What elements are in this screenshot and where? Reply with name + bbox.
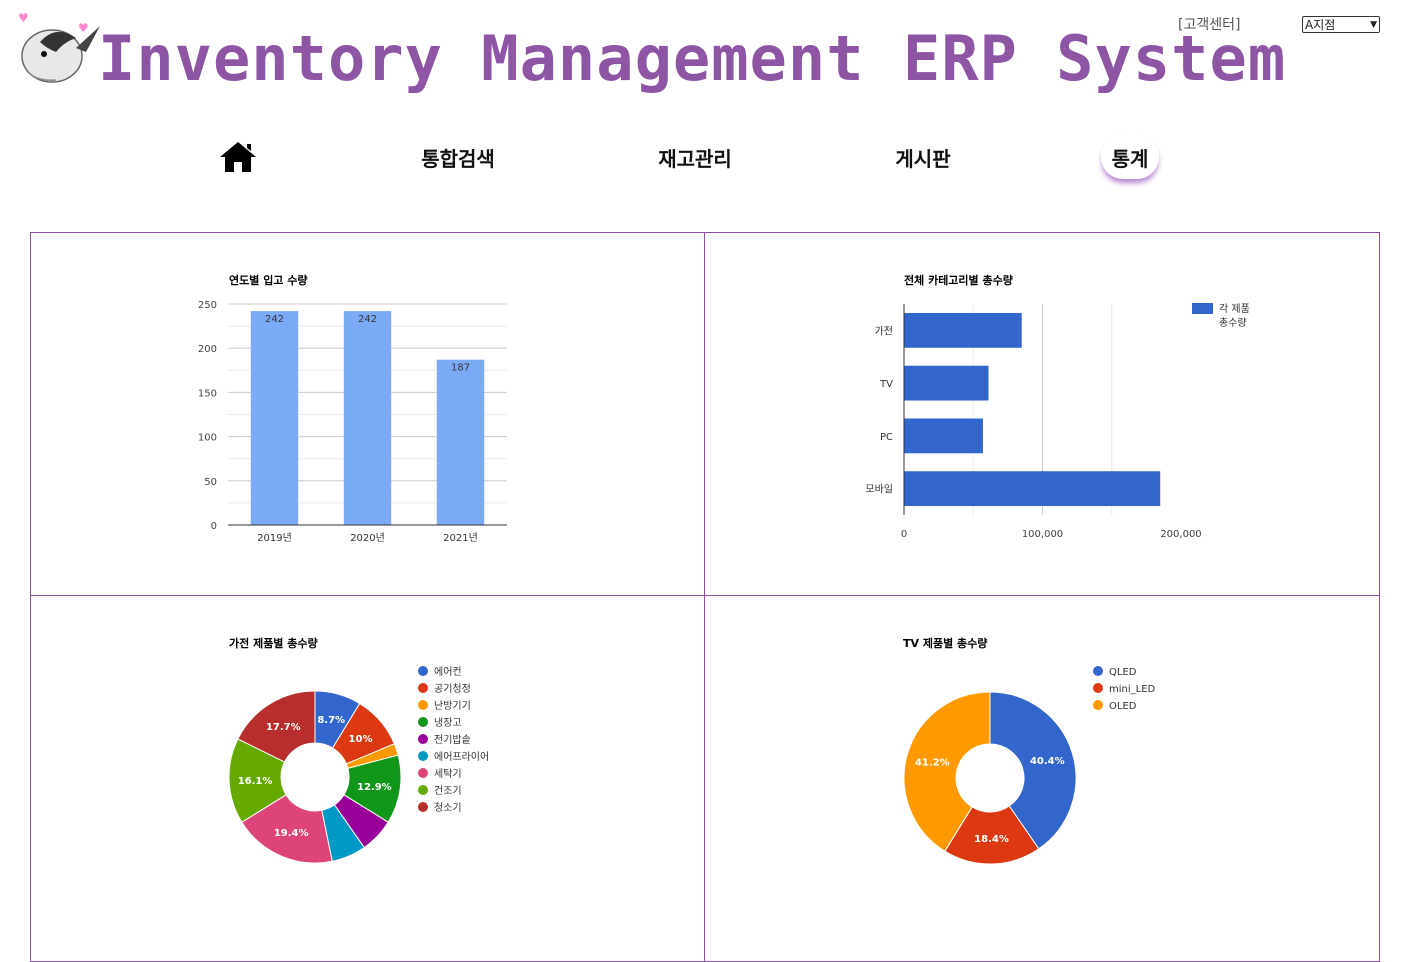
y-tick-label: 모바일 [865,484,893,496]
slice-label: 18.4% [974,834,1009,845]
slice-label: 8.7% [317,715,345,726]
y-tick-label: 50 [204,477,217,488]
x-tick-label: 2021년 [443,532,478,544]
y-tick-label: 가전 [875,325,893,337]
nav-board[interactable]: 게시판 [884,132,962,182]
category-total-chart: 전체 카테고리별 총수량 0 100,000 200,000 가전 TV PC 모바일 각 제품… [865,273,1250,540]
legend-swatch [1093,666,1103,676]
legend-label: 세탁기 [434,768,462,780]
data-label: 242 [358,314,377,325]
legend-swatch [418,785,428,795]
y-tick-label: 0 [211,521,217,532]
chart-title: 전체 카테고리별 총수량 [904,273,1013,287]
bar [904,471,1161,507]
slice-label: 10% [349,734,373,745]
legend-label: 냉장고 [434,717,462,729]
nav-statistics[interactable]: 통계 [1101,135,1159,179]
legend-label: 에어컨 [434,666,462,678]
legend-label: OLED [1109,701,1137,712]
legend-swatch [418,700,428,710]
data-label: 242 [265,314,284,325]
x-tick-label: 200,000 [1160,529,1201,540]
legend-label: 건조기 [434,785,462,797]
legend-swatch [418,666,428,676]
x-tick-label: 100,000 [1022,529,1063,540]
bar [436,359,485,525]
x-tick-label: 2020년 [350,532,385,544]
slice-label: 12.9% [357,782,392,793]
y-tick-label: TV [879,379,893,390]
tv-pie-chart: TV 제품별 총수량 40.4% 18.4% 41.2% QLED mini_LED OLE… [903,636,1156,865]
legend-label: mini_LED [1109,684,1156,695]
data-label: 187 [451,363,470,374]
legend-label: 공기청정 [434,683,471,695]
main-nav: 통합검색 재고관리 게시판 통계 [0,132,1405,192]
logo[interactable]: ♥ ♥ [16,8,104,88]
legend-swatch [1093,683,1103,693]
chart-title: 연도별 입고 수량 [229,273,308,287]
y-tick-label: 250 [198,300,217,311]
svg-text:♥: ♥ [78,21,89,35]
x-tick-label: 0 [901,529,907,540]
bar [343,311,392,525]
app-title: Inventory Management ERP System [98,22,1287,95]
slice-label: 19.4% [274,828,309,839]
legend-swatch [418,683,428,693]
home-icon [220,142,256,172]
bar [904,312,1022,348]
y-tick-label: 150 [198,388,217,399]
nav-integrated-search[interactable]: 통합검색 [410,132,506,182]
x-tick-label: 2019년 [257,532,292,544]
yearly-inbound-chart: 연도별 입고 수량 0 50 100 150 200 250 242 2019년 242 2020년… [198,273,507,544]
slice-label: 40.4% [1030,756,1065,767]
chevron-down-icon: ▼ [1370,19,1377,30]
bar [904,418,983,454]
slice-label: 41.2% [915,758,950,769]
chart-title: TV 제품별 총수량 [903,636,987,650]
bird-icon: ♥ ♥ [18,11,100,83]
y-tick-label: 100 [198,433,217,444]
slice-label: 16.1% [238,776,273,787]
legend-swatch [418,751,428,761]
legend-swatch [418,768,428,778]
legend-swatch [1093,700,1103,710]
bar [904,365,989,401]
legend-label: 청소기 [434,802,462,814]
branch-select-value: A지점 [1305,18,1336,32]
nav-home-button[interactable] [214,132,262,182]
svg-text:♥: ♥ [18,11,29,25]
customer-center-link[interactable]: [고객센터] [1178,14,1240,34]
legend-label: 각 제품 총수량 [1219,303,1250,329]
appliance-pie-chart: 가전 제품별 총수량 8.7% 10% 12.9% 19.4% 16.1% 17.7% 에어컨… [228,636,489,864]
legend-label: 에어프라이어 [434,751,489,763]
legend-swatch [1192,303,1213,314]
branch-select[interactable]: A지점 ▼ [1302,16,1380,33]
bar [250,311,299,525]
legend-swatch [418,734,428,744]
legend-swatch [418,802,428,812]
legend-label: QLED [1109,667,1137,678]
chart-title: 가전 제품별 총수량 [229,636,318,650]
y-tick-label: 200 [198,344,217,355]
y-tick-label: PC [880,432,893,443]
nav-inventory[interactable]: 재고관리 [647,132,743,182]
slice-label: 17.7% [266,722,301,733]
legend-label: 전기밥솥 [434,734,471,746]
legend-label: 난방기기 [434,700,471,712]
legend-swatch [418,717,428,727]
